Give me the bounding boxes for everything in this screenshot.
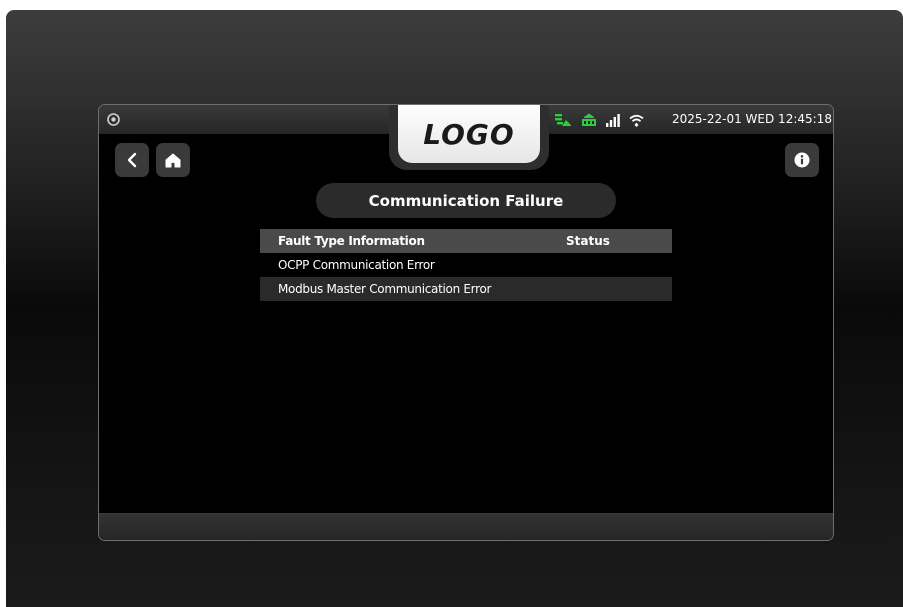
page-title: Communication Failure	[368, 191, 564, 210]
fault-table: Fault Type Information Status OCPP Commu…	[260, 229, 672, 301]
chevron-left-icon	[127, 152, 137, 168]
device-frame: 2025-22-01 WED 12:45:18 LOGO Communicati…	[6, 10, 903, 607]
logo-tab: LOGO	[389, 105, 549, 170]
camera-icon	[107, 113, 120, 126]
home-button[interactable]	[156, 143, 190, 177]
datetime-display: 2025-22-01 WED 12:45:18	[672, 112, 832, 126]
fault-type-cell: OCPP Communication Error	[278, 258, 435, 272]
charger-status-icon	[582, 113, 596, 126]
back-button[interactable]	[115, 143, 149, 177]
wifi-icon	[629, 114, 644, 127]
info-button[interactable]	[785, 143, 819, 177]
logo-plate: LOGO	[398, 105, 540, 163]
table-header-row: Fault Type Information Status	[260, 229, 672, 253]
column-header-status: Status	[566, 234, 610, 248]
table-row: OCPP Communication Error	[260, 253, 672, 277]
signal-strength-icon	[606, 113, 620, 127]
info-icon	[794, 152, 810, 168]
column-header-fault-type: Fault Type Information	[278, 234, 425, 248]
network-status-icon	[555, 114, 572, 126]
status-icons	[555, 111, 653, 129]
logo: LOGO	[423, 117, 515, 151]
page-title-pill: Communication Failure	[316, 183, 616, 218]
home-icon	[165, 153, 181, 167]
hmi-screen: 2025-22-01 WED 12:45:18 LOGO Communicati…	[98, 104, 834, 541]
bottom-bar	[99, 513, 833, 540]
fault-type-cell: Modbus Master Communication Error	[278, 282, 492, 296]
table-row: Modbus Master Communication Error	[260, 277, 672, 301]
